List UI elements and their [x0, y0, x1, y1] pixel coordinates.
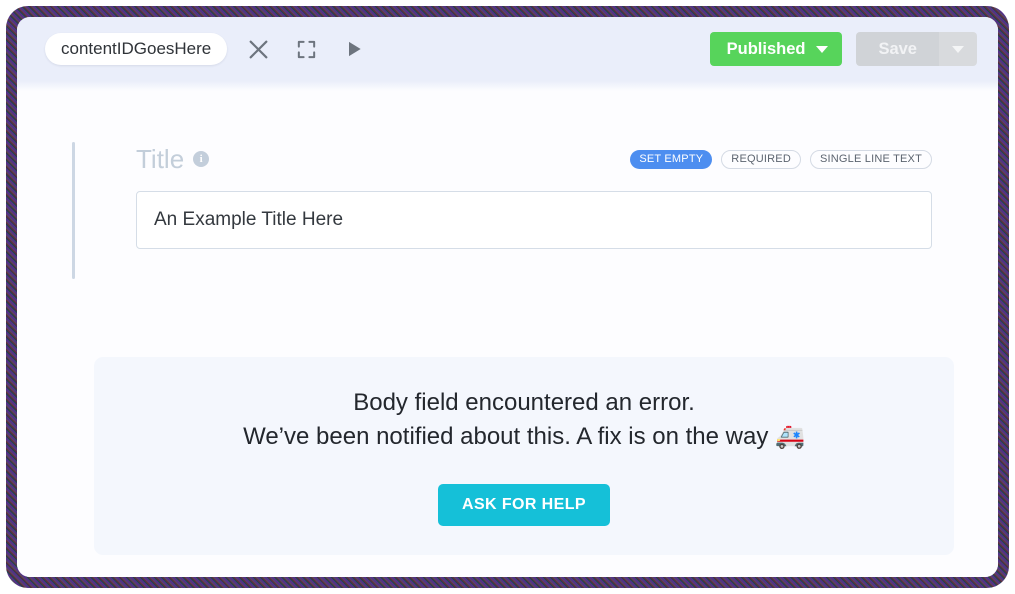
toolbar: contentIDGoesHere Published Save — [17, 17, 998, 81]
field-label: Title — [136, 143, 185, 174]
title-field-block: Title i SET EMPTY REQUIRED SINGLE LINE T… — [72, 142, 932, 279]
window-frame: contentIDGoesHere Published Save Title i… — [6, 6, 1009, 588]
title-input[interactable]: An Example Title Here — [136, 191, 932, 249]
field-label-group: Title i — [136, 143, 210, 175]
screenshot-root: contentIDGoesHere Published Save Title i… — [0, 0, 1015, 594]
ask-for-help-button[interactable]: ASK FOR HELP — [438, 484, 610, 527]
error-panel: Body field encountered an error. We’ve b… — [94, 357, 954, 555]
toolbar-actions: Published Save — [709, 17, 977, 81]
chevron-down-icon — [816, 45, 829, 53]
error-message-line-1: Body field encountered an error. — [353, 388, 695, 416]
status-badge-required: REQUIRED — [721, 149, 801, 169]
editor-body: Title i SET EMPTY REQUIRED SINGLE LINE T… — [17, 91, 998, 577]
publish-status-label: Published — [726, 39, 806, 58]
save-button-group[interactable]: Save — [856, 32, 977, 66]
field-header: Title i SET EMPTY REQUIRED SINGLE LINE T… — [136, 142, 932, 176]
fullscreen-icon[interactable] — [289, 32, 323, 66]
save-button[interactable]: Save — [856, 32, 939, 66]
field-accent-bar — [72, 142, 75, 279]
status-badge-set-empty[interactable]: SET EMPTY — [630, 149, 713, 169]
title-input-value: An Example Title Here — [154, 209, 344, 230]
header-divider — [17, 81, 998, 91]
window-surface: contentIDGoesHere Published Save Title i… — [17, 17, 998, 577]
save-dropdown-button[interactable] — [939, 32, 977, 66]
close-icon[interactable] — [241, 32, 275, 66]
chevron-down-icon — [952, 45, 964, 53]
publish-status-button[interactable]: Published — [709, 32, 843, 66]
field-badges: SET EMPTY REQUIRED SINGLE LINE TEXT — [630, 149, 932, 169]
error-message-line-2: We’ve been notified about this. A fix is… — [243, 423, 805, 450]
info-icon[interactable]: i — [193, 151, 210, 167]
play-icon[interactable] — [337, 32, 371, 66]
status-badge-field-type: SINGLE LINE TEXT — [809, 149, 932, 169]
content-id-pill[interactable]: contentIDGoesHere — [45, 33, 228, 65]
